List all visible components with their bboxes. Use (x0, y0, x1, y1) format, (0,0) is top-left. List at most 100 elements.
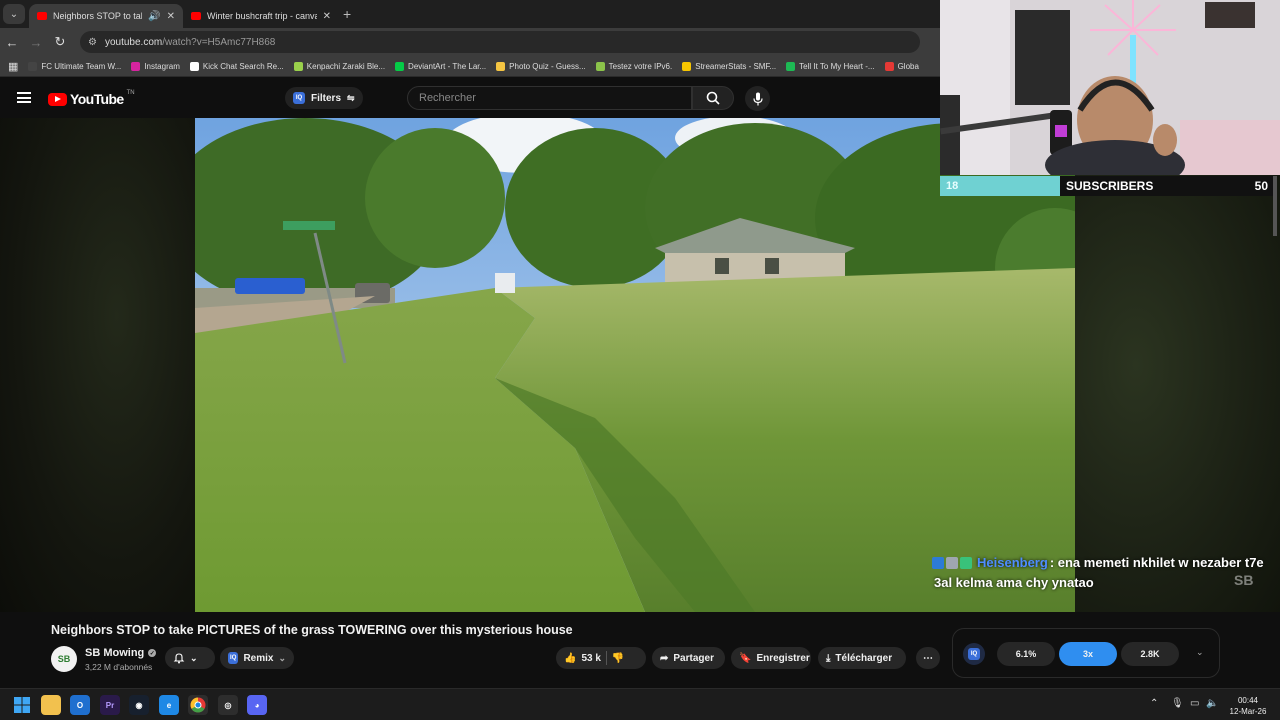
chat-message-text: : ena memeti nkhilet w nezaber t7e (1049, 555, 1264, 570)
tab-title: Winter bushcraft trip - canvas (207, 11, 317, 21)
streamer-webcam (940, 0, 1280, 175)
close-tab-icon[interactable]: ✕ (167, 11, 175, 22)
iq-stats-widget: IQ 6.1% 3x 2.8K ⌄ (952, 628, 1220, 678)
share-button[interactable]: ➦ Partager (652, 647, 725, 669)
search-input[interactable]: Rechercher (407, 86, 692, 110)
logo-country: TN (126, 90, 135, 96)
save-button[interactable]: 🔖 Enregistrer (731, 647, 811, 669)
chevron-down-icon[interactable]: ⌄ (1196, 647, 1204, 658)
apps-grid-icon[interactable]: ▦ (8, 60, 18, 73)
download-icon: ⤓ (826, 652, 831, 664)
search-icon (706, 91, 720, 105)
chrome-icon[interactable] (188, 695, 208, 715)
bookmark-favicon-icon (496, 61, 506, 71)
bookmark-item[interactable]: Globa (884, 61, 919, 71)
remix-button[interactable]: IQ Remix ⌄ (220, 647, 294, 669)
like-button[interactable]: 👍 53 k (564, 653, 601, 664)
bookmark-favicon-icon (293, 61, 303, 71)
bookmark-favicon-icon (189, 61, 199, 71)
bookmark-label: Kick Chat Search Re... (202, 61, 284, 71)
obs-icon[interactable]: ◎ (218, 695, 238, 715)
speaker-icon[interactable]: 🔊 (148, 11, 160, 22)
bookmark-item[interactable]: Photo Quiz - Guess... (496, 61, 586, 71)
outlook-icon[interactable]: O (70, 695, 90, 715)
browser-tab[interactable]: Winter bushcraft trip - canvas ✕ (183, 4, 339, 28)
reload-icon[interactable]: ↻ (48, 34, 72, 50)
channel-name[interactable]: SB Mowing ✓ (85, 647, 157, 659)
microphone-icon (752, 92, 763, 105)
overlay-scrollbar (1273, 176, 1277, 236)
bell-icon (173, 653, 185, 664)
chevron-down-icon: ⌄ (190, 652, 198, 663)
bookmark-favicon-icon (28, 61, 38, 71)
voice-search-button[interactable] (745, 86, 770, 111)
bookmarks-bar: ▦ FC Ultimate Team W... Instagram Kick Cha… (0, 56, 940, 77)
save-label: Enregistrer (756, 652, 810, 664)
iq-stat-multiplier[interactable]: 3x (1059, 642, 1117, 666)
more-actions-button[interactable]: ⋯ (916, 647, 940, 669)
search-button[interactable] (692, 86, 734, 110)
browser-toolbar: ← → ↻ ⚙ youtube.com/watch?v=H5Amc77H868 (0, 28, 940, 56)
edge-icon[interactable]: e (159, 695, 179, 715)
download-button[interactable]: ⤓ Télécharger (818, 647, 906, 669)
clock-time: 00:44 (1237, 696, 1259, 705)
file-explorer-icon[interactable] (41, 695, 61, 715)
address-bar[interactable]: ⚙ youtube.com/watch?v=H5Amc77H868 (80, 31, 920, 53)
subscriber-goal-bar: 18 SUBSCRIBERS 50 (940, 176, 1274, 196)
bookmark-item[interactable]: FC Ultimate Team W... (28, 61, 122, 71)
browser-tab-active[interactable]: Neighbors STOP to take PI 🔊 ✕ (29, 4, 183, 28)
iq-stat-value: 3x (1082, 649, 1093, 659)
channel-avatar[interactable]: SB (51, 646, 77, 672)
new-tab-icon[interactable]: + (343, 6, 351, 22)
youtube-play-icon (48, 92, 67, 106)
close-tab-icon[interactable]: ✕ (323, 11, 331, 22)
forward-arrow-icon[interactable]: → (24, 35, 48, 50)
bookmark-label: Globa (897, 61, 919, 71)
taskbar-clock[interactable]: 00:44 12-Mar-26 (1222, 695, 1274, 717)
windows-start-icon[interactable] (12, 695, 32, 715)
tray-overflow-icon[interactable]: ⌃ (1150, 698, 1158, 709)
thumbs-down-icon[interactable]: 👎 (612, 653, 624, 664)
notifications-button[interactable]: ⌄ (165, 647, 215, 669)
iq-logo-text: IQ (968, 648, 980, 660)
subscriber-progress-fill: 18 (940, 176, 1060, 196)
chat-badge-icon (960, 556, 972, 569)
premiere-pro-icon[interactable]: Pr (100, 695, 120, 715)
bookmark-item[interactable]: Instagram (131, 61, 180, 71)
back-arrow-icon[interactable]: ← (0, 35, 24, 50)
steam-icon[interactable]: ◉ (129, 695, 149, 715)
bookmark-item[interactable]: Testez votre IPv6. (595, 61, 672, 71)
iq-stat-count[interactable]: 2.8K (1121, 642, 1179, 666)
filters-label: Filters (311, 92, 342, 104)
menu-icon[interactable] (17, 92, 31, 103)
windows-taskbar: O Pr ◉ e ◎ ◕ ⌃ 🎙 ▭ 🔈 00:44 12-Mar-26 (0, 688, 1280, 720)
subscriber-count: 18 (946, 180, 959, 192)
bookmark-label: Kenpachi Zaraki Ble... (306, 61, 386, 71)
ambient-blur-left (0, 118, 195, 612)
bookmark-item[interactable]: Tell It To My Heart -... (786, 61, 875, 71)
iq-stat-value: 6.1% (1015, 649, 1037, 659)
site-info-icon[interactable]: ⚙ (88, 37, 97, 48)
bookmark-item[interactable]: StreamerStats - SMF... (682, 61, 777, 71)
subscriber-goal: 50 (1254, 179, 1268, 193)
bookmark-label: FC Ultimate Team W... (41, 61, 122, 71)
bookmark-label: StreamerStats - SMF... (695, 61, 777, 71)
youtube-header: YouTube TN IQ Filters ⇋ Rechercher (0, 78, 940, 118)
bookmark-item[interactable]: Kick Chat Search Re... (189, 61, 284, 71)
tray-volume-icon[interactable]: 🔈 (1206, 698, 1218, 709)
tab-search-button[interactable]: ⌄ (3, 4, 25, 24)
tray-microphone-icon[interactable]: 🎙 (1171, 698, 1184, 709)
bookmark-label: Instagram (144, 61, 180, 71)
discord-icon[interactable]: ◕ (247, 695, 267, 715)
youtube-logo[interactable]: YouTube TN (48, 90, 135, 107)
tray-network-icon[interactable]: ▭ (1190, 698, 1199, 709)
iq-stat-percentage[interactable]: 6.1% (997, 642, 1055, 666)
bookmark-item[interactable]: DeviantArt - The Lar... (395, 61, 486, 71)
bookmark-label: Photo Quiz - Guess... (509, 61, 586, 71)
iq-extension-icon: IQ (293, 92, 305, 104)
iq-logo-icon: IQ (963, 643, 985, 665)
clock-date: 12-Mar-26 (1229, 707, 1267, 716)
filters-button[interactable]: IQ Filters ⇋ (285, 87, 363, 109)
bookmark-item[interactable]: Kenpachi Zaraki Ble... (293, 61, 386, 71)
bookmark-label: Tell It To My Heart -... (799, 61, 875, 71)
